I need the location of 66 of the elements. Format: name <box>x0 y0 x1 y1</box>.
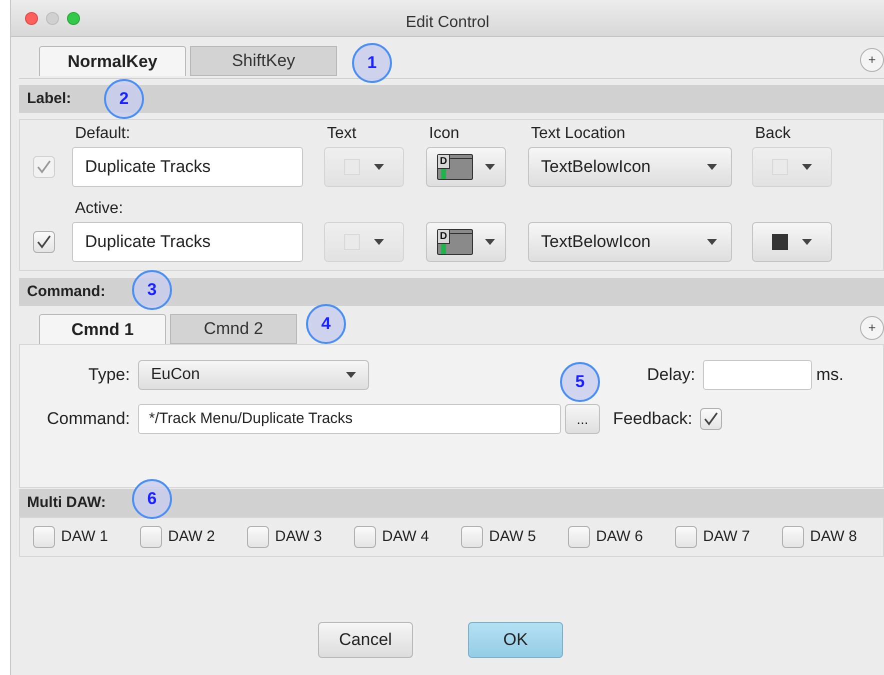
caret-icon <box>485 239 495 245</box>
checkbox[interactable] <box>675 526 697 548</box>
document-icon: D <box>437 154 473 180</box>
command-field[interactable]: */Track Menu/Duplicate Tracks <box>138 404 561 434</box>
field-label: Default: <box>75 124 132 144</box>
checkbox-label: DAW 1 <box>61 526 108 547</box>
window-title: Edit Control <box>406 13 490 33</box>
close-button[interactable] <box>25 12 38 25</box>
section-title: Command: <box>27 282 106 302</box>
caret-icon <box>707 239 717 245</box>
add-tab-button[interactable]: + <box>860 316 884 340</box>
column-header: Text <box>327 124 358 144</box>
checkbox-label: DAW 5 <box>489 526 536 547</box>
column-header: Back <box>755 124 791 144</box>
document-icon: D <box>437 229 473 255</box>
zoom-button[interactable] <box>67 12 80 25</box>
unit-label: ms. <box>816 364 844 386</box>
section-title: Multi DAW: <box>27 492 106 513</box>
checkbox-label: DAW 8 <box>810 526 857 547</box>
icon-dropdown[interactable]: D <box>426 222 506 262</box>
caret-icon <box>802 239 812 245</box>
caret-icon <box>485 164 495 170</box>
caret-icon <box>374 164 384 170</box>
checkmark-icon <box>36 235 52 249</box>
checkbox[interactable] <box>33 231 55 253</box>
caret-icon <box>346 372 356 378</box>
color-dropdown[interactable] <box>752 222 832 262</box>
column-header: Icon <box>429 124 460 144</box>
checkbox[interactable] <box>247 526 269 548</box>
field-label: Delay: <box>647 364 696 386</box>
checkbox-label: DAW 4 <box>382 526 429 547</box>
column-header: Text Location <box>531 124 626 144</box>
tab[interactable]: Cmnd 1 <box>39 314 166 344</box>
minimize-button[interactable] <box>46 12 59 25</box>
tab[interactable]: NormalKey <box>39 46 186 76</box>
checkbox[interactable] <box>354 526 376 548</box>
tab[interactable]: Cmnd 2 <box>170 314 297 344</box>
field-label: Type: <box>87 364 130 386</box>
dropdown[interactable]: TextBelowIcon <box>528 222 732 262</box>
checkbox[interactable] <box>782 526 804 548</box>
checkbox[interactable] <box>461 526 483 548</box>
checkbox[interactable] <box>568 526 590 548</box>
add-tab-button[interactable]: + <box>860 48 884 72</box>
checkbox-label: DAW 2 <box>168 526 215 547</box>
delay-field[interactable] <box>703 360 812 390</box>
text-field[interactable]: Duplicate Tracks <box>72 222 303 262</box>
section-title: Label: <box>27 88 72 109</box>
checkbox-label: DAW 6 <box>596 526 643 547</box>
checkbox[interactable] <box>700 408 722 430</box>
tab[interactable]: ShiftKey <box>190 46 337 76</box>
type-dropdown[interactable]: EuCon <box>138 360 369 390</box>
field-label: Command: <box>46 408 130 430</box>
browse-button[interactable]: ... <box>565 404 600 434</box>
caret-icon <box>802 164 812 170</box>
field-label: Feedback: <box>613 408 692 430</box>
field-label: Active: <box>75 199 124 219</box>
checkbox-label: DAW 7 <box>703 526 750 547</box>
dialog-button[interactable]: OK <box>468 622 563 658</box>
checkbox[interactable] <box>140 526 162 548</box>
checkmark-icon <box>36 160 52 174</box>
checkmark-icon <box>703 412 720 426</box>
caret-icon <box>707 164 717 170</box>
checkbox[interactable] <box>33 526 55 548</box>
dialog-button[interactable]: Cancel <box>318 622 413 658</box>
caret-icon <box>374 239 384 245</box>
checkbox-label: DAW 3 <box>275 526 322 547</box>
